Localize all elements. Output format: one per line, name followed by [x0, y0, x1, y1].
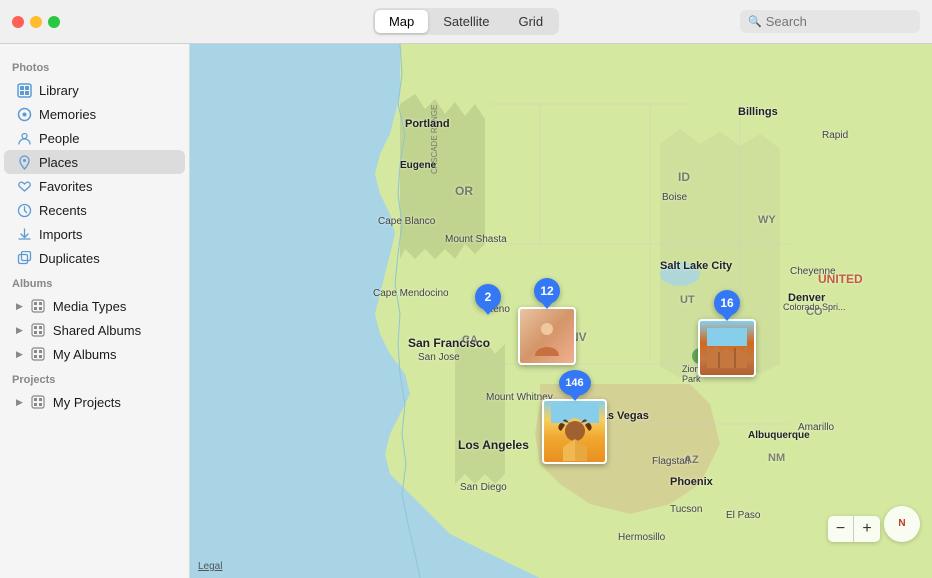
my-albums-icon [30, 346, 46, 362]
map-pin-16[interactable]: 16 [698, 290, 756, 377]
zoom-out-button[interactable]: − [828, 516, 854, 542]
sidebar-item-memories[interactable]: Memories [4, 102, 185, 126]
close-button[interactable] [12, 16, 24, 28]
pin-bubble-16[interactable]: 16 [714, 290, 740, 316]
memories-label: Memories [39, 107, 96, 122]
photo-thumb-146[interactable] [542, 399, 607, 464]
sidebar-item-library[interactable]: Library [4, 78, 185, 102]
search-input[interactable] [766, 14, 912, 29]
my-projects-label: My Projects [53, 395, 121, 410]
chevron-media-types-icon: ▶ [16, 301, 23, 312]
map-pin-2[interactable]: 2 [475, 284, 501, 310]
favorites-label: Favorites [39, 179, 92, 194]
sidebar-group-shared-albums[interactable]: ▶ Shared Albums [4, 318, 185, 342]
people-label: People [39, 131, 79, 146]
recents-label: Recents [39, 203, 87, 218]
my-albums-label: My Albums [53, 347, 117, 362]
svg-text:CASCADE RANGE: CASCADE RANGE [430, 105, 439, 174]
imports-label: Imports [39, 227, 82, 242]
search-box[interactable]: 🔍 [740, 10, 920, 33]
pin-bubble-146[interactable]: 146 [559, 370, 591, 396]
my-projects-icon [30, 394, 46, 410]
places-icon [16, 154, 32, 170]
map-pin-146[interactable]: 146 [542, 370, 607, 464]
library-icon [16, 82, 32, 98]
toolbar-center: Map Satellite Grid [373, 8, 559, 35]
places-label: Places [39, 155, 78, 170]
duplicates-label: Duplicates [39, 251, 100, 266]
sidebar-item-recents[interactable]: Recents [4, 198, 185, 222]
media-types-label: Media Types [53, 299, 126, 314]
tab-map[interactable]: Map [375, 10, 428, 33]
shared-albums-label: Shared Albums [53, 323, 141, 338]
minimize-button[interactable] [30, 16, 42, 28]
duplicates-icon [16, 250, 32, 266]
sidebar-item-imports[interactable]: Imports [4, 222, 185, 246]
recents-icon [16, 202, 32, 218]
zoom-in-button[interactable]: + [854, 516, 880, 542]
search-icon: 🔍 [748, 15, 762, 28]
chevron-my-albums-icon: ▶ [16, 349, 23, 360]
map-legal-link[interactable]: Legal [198, 561, 222, 572]
section-projects-label: Projects [0, 366, 189, 390]
zoom-controls: − + [828, 516, 880, 542]
tab-satellite[interactable]: Satellite [429, 10, 503, 33]
map-pin-12[interactable]: 12 [518, 278, 576, 365]
sidebar-item-favorites[interactable]: Favorites [4, 174, 185, 198]
compass-north: N [898, 519, 905, 529]
section-photos-label: Photos [0, 54, 189, 78]
sidebar-item-people[interactable]: People [4, 126, 185, 150]
sidebar-group-my-albums[interactable]: ▶ My Albums [4, 342, 185, 366]
title-bar: Map Satellite Grid 🔍 [0, 0, 932, 44]
compass: N [884, 506, 920, 542]
people-icon [16, 130, 32, 146]
sidebar: Photos Library Memories [0, 44, 190, 578]
library-label: Library [39, 83, 79, 98]
sidebar-group-my-projects[interactable]: ▶ My Projects [4, 390, 185, 414]
media-types-icon [30, 298, 46, 314]
sidebar-group-media-types[interactable]: ▶ Media Types [4, 294, 185, 318]
maximize-button[interactable] [48, 16, 60, 28]
sidebar-item-duplicates[interactable]: Duplicates [4, 246, 185, 270]
pin-bubble-2[interactable]: 2 [475, 284, 501, 310]
view-tabs: Map Satellite Grid [373, 8, 559, 35]
chevron-my-projects-icon: ▶ [16, 397, 23, 408]
sidebar-item-places[interactable]: Places [4, 150, 185, 174]
imports-icon [16, 226, 32, 242]
tab-grid[interactable]: Grid [504, 10, 557, 33]
main-content: Photos Library Memories [0, 44, 932, 578]
photo-thumb-12[interactable] [518, 307, 576, 365]
memories-icon [16, 106, 32, 122]
chevron-shared-albums-icon: ▶ [16, 325, 23, 336]
traffic-lights [12, 16, 60, 28]
section-albums-label: Albums [0, 270, 189, 294]
map-area[interactable]: CASCADE RANGE Portland Eugene Cape Blanc… [190, 44, 932, 578]
shared-albums-icon [30, 322, 46, 338]
pin-bubble-12[interactable]: 12 [534, 278, 560, 304]
favorites-icon [16, 178, 32, 194]
photo-thumb-16[interactable] [698, 319, 756, 377]
